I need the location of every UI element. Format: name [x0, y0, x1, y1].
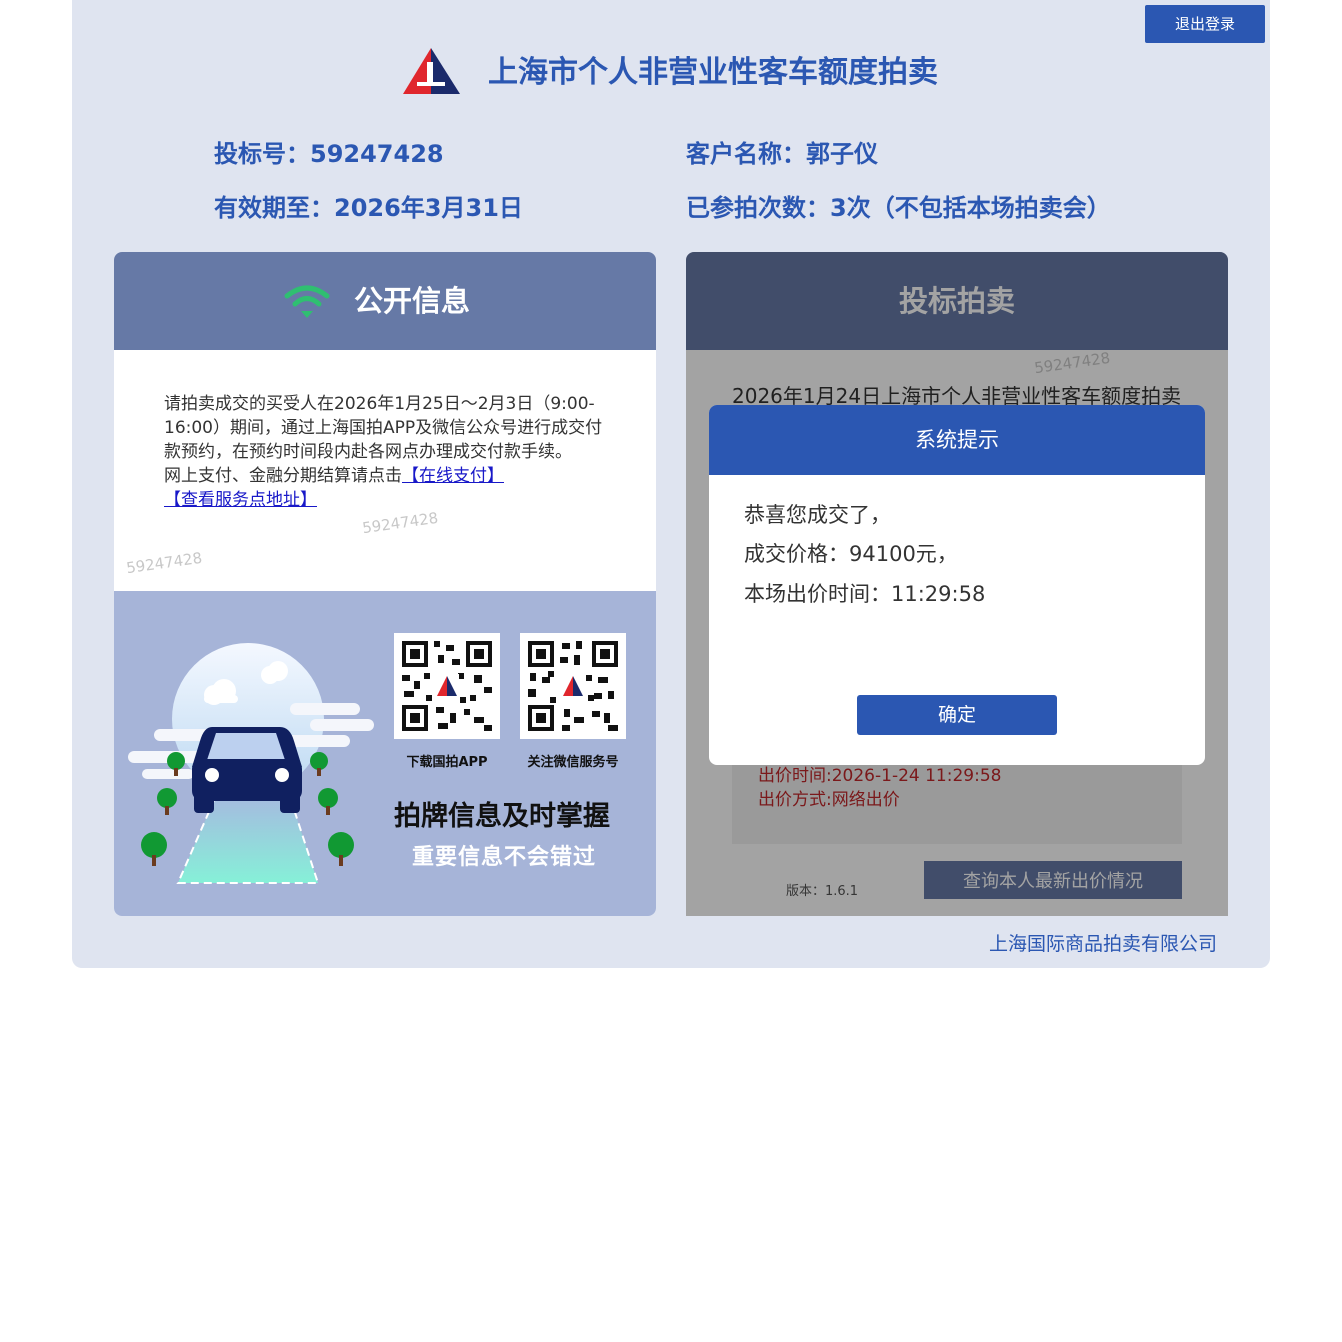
bid-number: 投标号：59247428 — [214, 140, 444, 168]
congrats-message: 恭喜您成交了， — [744, 503, 891, 527]
app-promo-banner: 下载国拍APP 关注微信服务号 拍牌信息及时掌握 重要信息不会错过 — [114, 591, 656, 916]
notice-text: 请拍卖成交的买受人在2026年1月25日～2月3日（9:00-16:00）期间，… — [164, 394, 603, 462]
slogan-main: 拍牌信息及时掌握 — [394, 801, 610, 832]
wifi-icon — [284, 285, 330, 318]
qr-code-icon — [528, 641, 618, 731]
valid-until: 有效期至：2026年3月31日 — [214, 194, 523, 222]
deal-price: 成交价格：94100元， — [744, 542, 958, 566]
participation-count: 已参拍次数：3次（不包括本场拍卖会） — [686, 194, 1111, 222]
confirm-button[interactable]: 确定 — [857, 695, 1057, 735]
payment-text: 网上支付、金融分期结算请点击 — [164, 466, 402, 486]
qr-code-icon — [402, 641, 492, 731]
gupai-logo-icon — [403, 48, 460, 94]
company-footer: 上海国际商品拍卖有限公司 — [989, 933, 1218, 955]
logout-button[interactable]: 退出登录 — [1145, 5, 1265, 43]
qr-code-wechat — [520, 633, 626, 739]
public-info-header: 公开信息 — [114, 252, 656, 350]
online-payment-link[interactable]: 【在线支付】 — [402, 466, 504, 486]
watermark: 59247428 — [125, 548, 204, 578]
public-info-panel: 公开信息 请拍卖成交的买受人在2026年1月25日～2月3日（9:00-16:0… — [114, 252, 656, 916]
page-title: 上海市个人非营业性客车额度拍卖 — [488, 55, 938, 90]
qr-code-app — [394, 633, 500, 739]
customer-name: 客户名称：郭子仪 — [686, 140, 878, 168]
slogan-sub: 重要信息不会错过 — [412, 845, 597, 870]
watermark: 59247428 — [361, 508, 440, 538]
service-point-link[interactable]: 【查看服务点地址】 — [164, 490, 317, 510]
bid-time-summary: 本场出价时间：11:29:58 — [744, 582, 986, 606]
qr-app-caption: 下载国拍APP — [406, 755, 488, 770]
dialog-header: 系统提示 — [709, 405, 1205, 475]
dialog-title: 系统提示 — [915, 428, 999, 452]
payment-notice: 请拍卖成交的买受人在2026年1月25日～2月3日（9:00-16:00）期间，… — [164, 392, 604, 512]
car-illustration — [128, 643, 374, 884]
public-info-title: 公开信息 — [354, 284, 471, 318]
system-alert-dialog: 系统提示 恭喜您成交了， 成交价格：94100元， 本场出价时间：11:29:5… — [709, 405, 1205, 765]
qr-wechat-caption: 关注微信服务号 — [527, 755, 619, 770]
